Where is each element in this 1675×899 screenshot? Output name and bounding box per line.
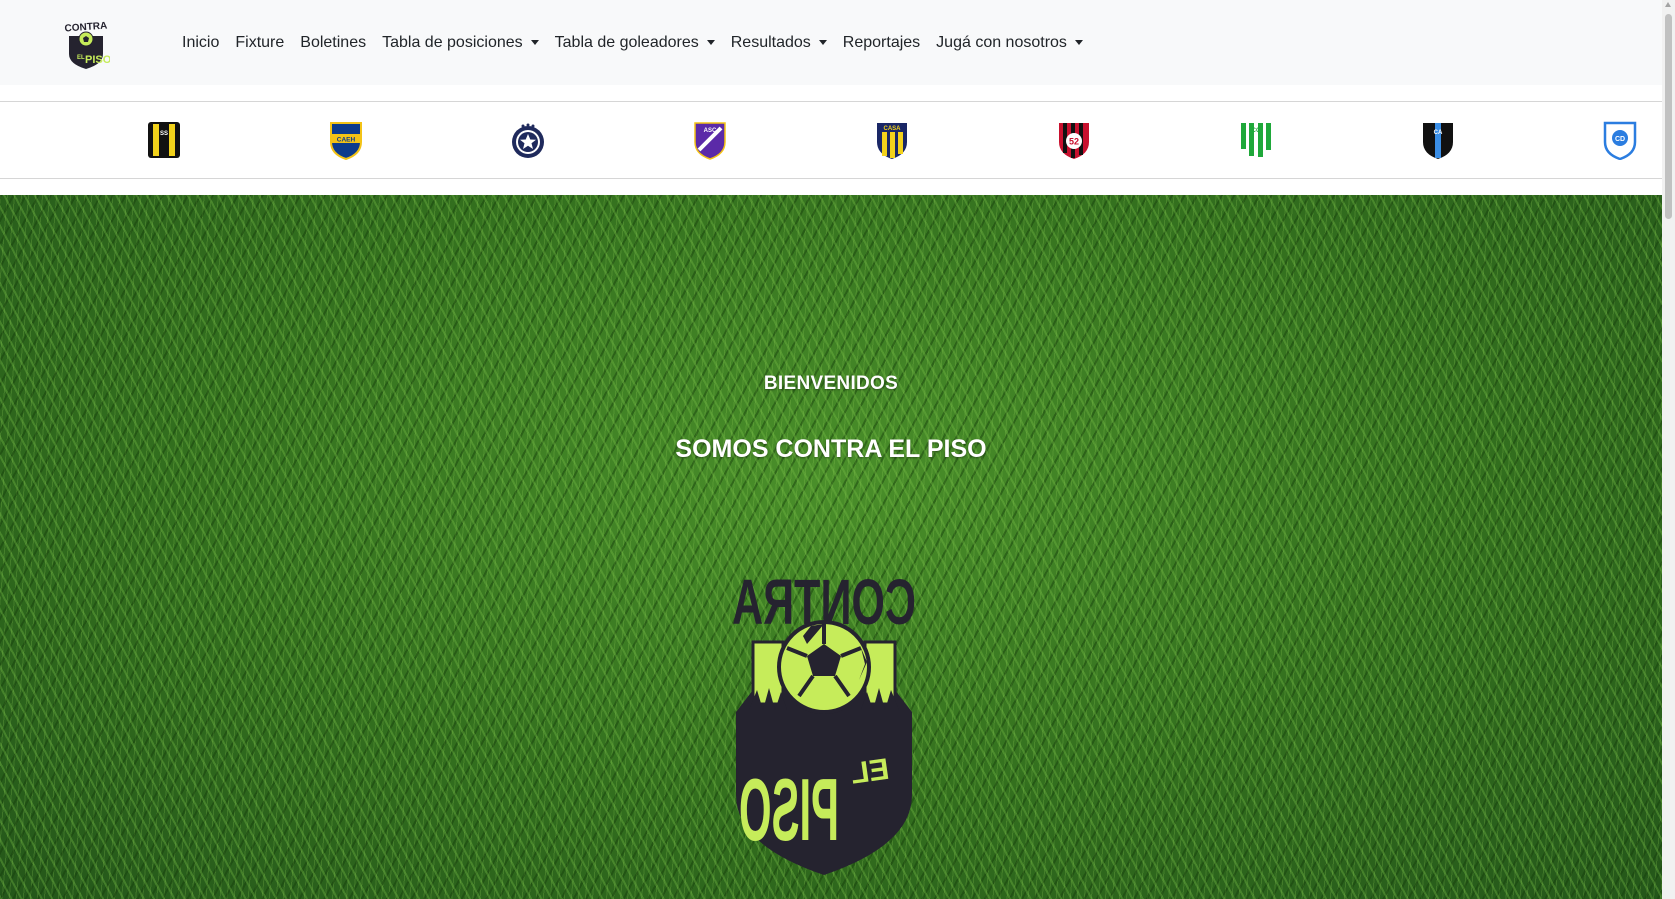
club-crest-light-blue-icon[interactable]: CD — [1600, 120, 1640, 161]
svg-text:52: 52 — [1069, 137, 1079, 147]
hero-welcome: BIENVENIDOS — [763, 373, 899, 394]
nav-menu: Inicio Fixture Boletines Tabla de posici… — [174, 0, 1091, 85]
club-crest-black-blue-icon[interactable]: CA — [1418, 120, 1458, 160]
svg-text:CD: CD — [1615, 136, 1625, 143]
nav-boletines[interactable]: Boletines — [292, 34, 374, 52]
club-logos-strip: SS CAEH ASC CASA 52 CC CA CD — [0, 101, 1662, 179]
svg-text:CA: CA — [1434, 130, 1443, 136]
nav-fixture[interactable]: Fixture — [227, 34, 292, 52]
nav-juga-label: Jugá con nosotros — [936, 33, 1067, 51]
svg-text:CASA: CASA — [883, 126, 901, 132]
nav-resultados-label: Resultados — [730, 33, 811, 51]
caret-down-icon — [530, 40, 539, 45]
nav-tabla-goleadores-dropdown[interactable]: Tabla de goleadores — [547, 34, 723, 52]
nav-fixture-label: Fixture — [235, 33, 285, 51]
club-crest-green-white-stripes-icon[interactable]: CC — [1236, 120, 1276, 160]
nav-tabla-posiciones-dropdown[interactable]: Tabla de posiciones — [374, 34, 547, 52]
svg-text:ASC: ASC — [704, 128, 717, 134]
svg-text:EL: EL — [849, 753, 892, 791]
club-crest-navy-star-icon[interactable] — [508, 120, 548, 160]
club-crest-red-black-icon[interactable]: 52 — [1054, 120, 1094, 160]
nav-tabla-posiciones-label: Tabla de posiciones — [382, 33, 523, 51]
hero-banner: BIENVENIDOS SOMOS CONTRA EL PISO CONTRA … — [0, 195, 1662, 899]
scroll-up-arrow-icon[interactable] — [1665, 2, 1671, 7]
nav-resultados-dropdown[interactable]: Resultados — [723, 34, 835, 52]
svg-text:SS: SS — [160, 131, 168, 137]
brand-logo[interactable]: CONTRA EL PISO — [62, 18, 112, 70]
nav-boletines-label: Boletines — [300, 33, 367, 51]
svg-text:EL: EL — [77, 55, 85, 61]
club-crest-navy-yellow-stripes-icon[interactable]: CASA — [872, 120, 912, 160]
nav-reportajes[interactable]: Reportajes — [835, 34, 928, 52]
svg-text:PISO: PISO — [739, 760, 839, 859]
contra-el-piso-logo: CONTRA EL PISO — [729, 540, 919, 875]
club-crest-purple-icon[interactable]: ASC — [690, 120, 730, 160]
nav-juga-con-nosotros-dropdown[interactable]: Jugá con nosotros — [928, 34, 1091, 52]
nav-inicio-label: Inicio — [182, 33, 220, 51]
svg-text:PISO: PISO — [85, 54, 110, 66]
svg-text:CAEH: CAEH — [337, 137, 356, 144]
club-crest-blue-gold-icon[interactable]: CAEH — [326, 120, 366, 161]
top-navbar: CONTRA EL PISO Inicio Fixture Boletines … — [0, 0, 1662, 85]
club-crest-black-yellow-stripes-icon[interactable]: SS — [144, 120, 184, 160]
scrollbar-thumb[interactable] — [1665, 14, 1672, 219]
nav-inicio[interactable]: Inicio — [174, 34, 227, 52]
nav-reportajes-label: Reportajes — [842, 33, 921, 51]
caret-down-icon — [706, 40, 715, 45]
page-scrollbar[interactable] — [1662, 0, 1675, 899]
svg-text:CC: CC — [1252, 128, 1261, 134]
caret-down-icon — [1074, 40, 1083, 45]
caret-down-icon — [818, 40, 827, 45]
hero-title: SOMOS CONTRA EL PISO — [675, 435, 987, 463]
nav-tabla-goleadores-label: Tabla de goleadores — [554, 33, 699, 51]
